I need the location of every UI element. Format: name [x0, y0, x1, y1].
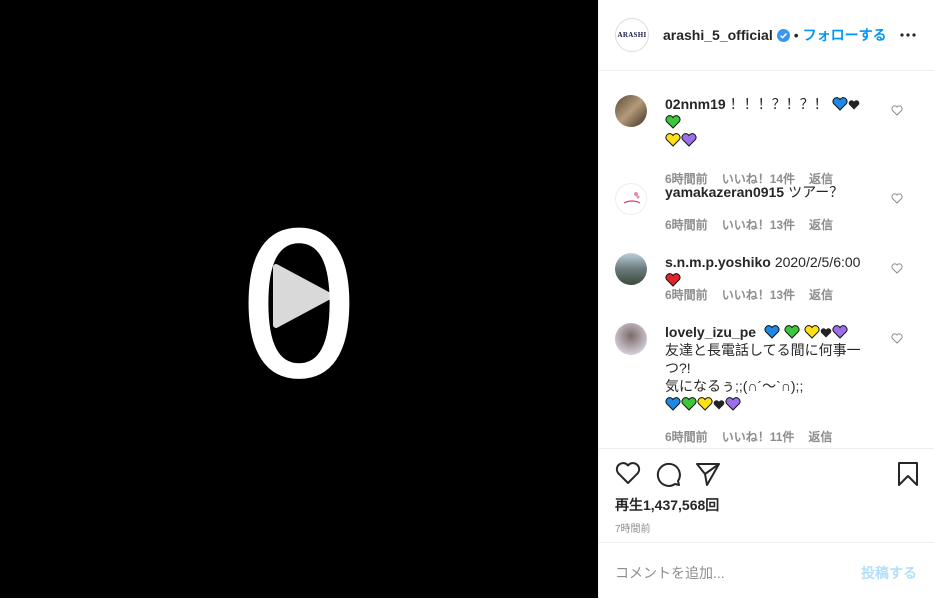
comment-list[interactable]: 02nnm19！！！？！？！ 6時間前 いいね！14件 返信 yamakazeran… [599, 71, 934, 448]
comment-text: 02nnm19！！！？！？！ [665, 95, 870, 149]
purple-heart-icon [832, 325, 848, 339]
green-heart-icon [681, 397, 697, 411]
comment-icon[interactable] [655, 461, 681, 487]
comment-text: lovely_izu_pe 友達と長電話してる間に何事一 つ?! 気になるぅ;;… [665, 323, 870, 413]
like-heart-icon[interactable] [615, 461, 641, 485]
comment-likes[interactable]: いいね！13件 [722, 218, 795, 232]
commenter-avatar[interactable] [615, 183, 647, 215]
video-player[interactable]: 0 [0, 0, 598, 598]
comment-text: s.n.m.p.yoshiko 2020/2/5/6:00 [665, 253, 870, 289]
post-panel: ARASHI arashi_5_official • フォローする 02nnm1… [598, 0, 934, 598]
green-heart-icon [784, 325, 800, 339]
commenter-avatar[interactable] [615, 95, 647, 127]
comment-body-line: 友達と長電話してる間に何事一 [665, 342, 861, 358]
post-comment-button[interactable]: 投稿する [861, 563, 917, 583]
yellow-heart-icon [804, 325, 820, 339]
logo-text: ARASHI [617, 31, 647, 39]
comment-username[interactable]: 02nnm19 [665, 96, 726, 112]
commenter-avatar[interactable] [615, 253, 647, 285]
play-icon[interactable] [270, 263, 334, 329]
commenter-avatar[interactable] [615, 323, 647, 355]
comment-body: 2020/2/5/6:00 [774, 254, 861, 270]
purple-heart-icon [725, 397, 741, 411]
blue-heart-icon [764, 325, 780, 339]
avatar[interactable]: ARASHI [615, 18, 649, 52]
comment-username[interactable]: lovely_izu_pe [665, 324, 756, 340]
comment-body-line: 気になるぅ;;(∩´〜`∩);; [665, 378, 804, 394]
black-heart-icon [713, 400, 725, 410]
verified-badge-icon [776, 28, 790, 42]
black-heart-icon [820, 328, 832, 338]
comment-meta: 6時間前 いいね！11件 返信 [665, 428, 846, 445]
reply-button[interactable]: 返信 [808, 430, 832, 444]
comment-username[interactable]: yamakazeran0915 [665, 184, 784, 200]
share-icon[interactable] [695, 461, 721, 487]
green-heart-icon [665, 115, 681, 129]
heart-emojis [665, 396, 741, 412]
comment-body-line: つ?! [665, 360, 691, 376]
comment-text: yamakazeran0915 ツアー？ [665, 183, 870, 201]
yellow-heart-icon [697, 397, 713, 411]
comment-username[interactable]: s.n.m.p.yoshiko [665, 254, 771, 270]
comment-body: ツアー？ [788, 184, 844, 200]
red-heart-icon [665, 273, 681, 287]
reply-button[interactable]: 返信 [809, 218, 833, 232]
comment-meta: 6時間前 いいね！13件 返信 [665, 216, 847, 233]
comment-input[interactable]: コメントを追加... [615, 563, 725, 583]
avatar-image-icon [617, 185, 646, 214]
comment-meta: 6時間前 いいね！13件 返信 [665, 286, 847, 303]
comment-time[interactable]: 6時間前 [665, 218, 708, 232]
purple-heart-icon [681, 133, 697, 147]
like-comment-icon[interactable] [891, 193, 903, 204]
black-heart-icon [848, 100, 859, 110]
comment-body: ！！！？！？！ [729, 96, 828, 112]
add-comment-bar: コメントを追加... 投稿する [599, 542, 934, 599]
heart-emojis [764, 324, 848, 340]
yellow-heart-icon [665, 133, 681, 147]
reply-button[interactable]: 返信 [809, 288, 833, 302]
follow-button[interactable]: フォローする [803, 25, 887, 45]
bookmark-icon[interactable] [897, 461, 919, 487]
view-count[interactable]: 再生1,437,568回 [615, 495, 719, 515]
post-header: ARASHI arashi_5_official • フォローする [599, 0, 934, 71]
comment-likes[interactable]: いいね！13件 [722, 288, 795, 302]
post-username[interactable]: arashi_5_official [663, 27, 773, 43]
comment-likes[interactable]: いいね！11件 [722, 430, 795, 444]
post-actions: 再生1,437,568回 7時間前 [599, 448, 934, 543]
like-comment-icon[interactable] [891, 105, 903, 116]
post-time[interactable]: 7時間前 [615, 520, 651, 535]
like-comment-icon[interactable] [891, 333, 903, 344]
comment-time[interactable]: 6時間前 [665, 288, 708, 302]
separator: • [793, 27, 799, 43]
comment-time[interactable]: 6時間前 [665, 430, 708, 444]
like-comment-icon[interactable] [891, 263, 903, 274]
more-options-icon[interactable] [900, 27, 916, 43]
blue-heart-icon [665, 397, 681, 411]
blue-heart-icon [832, 97, 848, 111]
